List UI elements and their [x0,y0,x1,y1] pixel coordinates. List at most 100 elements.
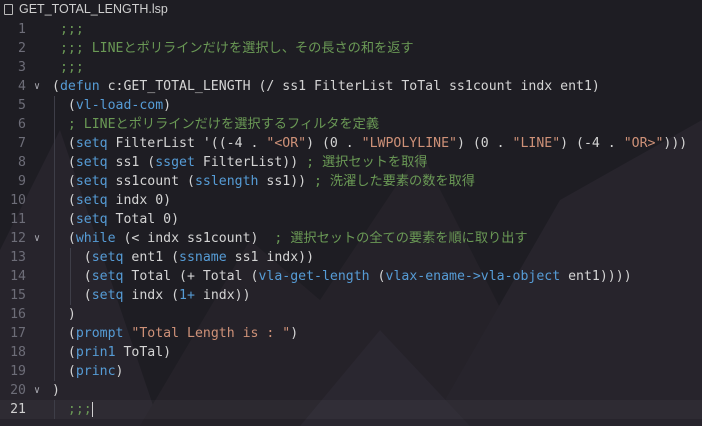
code-editor[interactable]: 1 ;;; 2 ;;; LINEとポリラインだけを選択し、その長さの和を返す 3 ;… [0,18,702,426]
code-token: indx 0) [107,193,172,208]
code-line[interactable]: 6 ; LINEとポリラインだけを選択するフィルタを定義 [0,115,702,134]
line-number: 11 [10,212,26,227]
code-line[interactable]: 16 ) [0,305,702,324]
indent-guide [54,400,55,419]
code-text: ) [52,305,76,324]
code-text: (defun c:GET_TOTAL_LENGTH (/ ss1 FilterL… [52,77,600,96]
code-text: (setq Total 0) [52,210,179,229]
code-token: ( [52,79,60,94]
code-line[interactable]: 20 ∨) [0,381,702,400]
line-number: 17 [10,326,26,341]
code-line[interactable]: 4 ∨ (defun c:GET_TOTAL_LENGTH (/ ss1 Filte… [0,77,702,96]
line-number: 8 [18,155,26,170]
code-line[interactable]: 18 (prin1 ToTal) [0,343,702,362]
code-token: while [75,231,116,246]
code-line[interactable]: 9 (setq ss1count (sslength ss1)) ; 洗濯した要… [0,172,702,191]
code-token: setq [75,155,108,170]
code-token: ToTal) [115,345,172,360]
line-number: 20 [10,383,26,398]
code-line[interactable]: 14 (setq Total (+ Total (vla-get-length … [0,267,702,286]
code-token: ; 選択セットの全ての要素を順に取り出す [274,231,528,246]
code-text: ; LINEとポリラインだけを選択するフィルタを定義 [52,115,379,134]
text-cursor [91,401,93,417]
code-token: ssname [179,250,227,265]
code-token: setq [75,174,108,189]
code-token: ( [52,288,92,303]
code-token: ( [52,269,92,284]
code-token: 1+ [179,288,195,303]
line-number: 18 [10,345,26,360]
code-token: vla-get-length [258,269,370,284]
code-token: ( [52,136,76,151]
line-number: 5 [18,98,26,113]
code-token: defun [59,79,100,94]
code-text: (setq Total (+ Total (vla-get-length (vl… [52,267,632,286]
code-token: (< indx ss1count) [115,231,275,246]
code-token: prompt [75,326,124,341]
code-line[interactable]: 15 (setq indx (1+ indx)) [0,286,702,305]
code-text: (setq indx (1+ indx)) [52,286,251,305]
tab-label: GET_TOTAL_LENGTH.lsp [19,2,168,16]
code-token: ) [115,364,124,379]
code-token: "LINE" [512,136,561,151]
code-token: setq [91,250,124,265]
line-number: 3 [18,60,26,75]
code-token: sslength [194,174,259,189]
code-line[interactable]: 3 ;;; [0,58,702,77]
code-line[interactable]: 1 ;;; [0,20,702,39]
code-token: ;;; [52,22,84,37]
indent-guide [54,96,55,381]
code-token: "Total Length is : " [131,326,291,341]
code-line[interactable]: 12 ∨ (while (< indx ss1count) ; 選択セットの全ての… [0,229,702,248]
code-token: ( [52,345,76,360]
line-number: 9 [18,174,26,189]
code-line[interactable]: 17 (prompt "Total Length is : ") [0,324,702,343]
line-number: 12 [10,231,26,246]
code-token: ( [52,155,76,170]
code-token: ) [163,98,172,113]
line-number: 13 [10,250,26,265]
code-line[interactable]: 10 (setq indx 0) [0,191,702,210]
code-text: (prin1 ToTal) [52,343,171,362]
line-number: 14 [10,269,26,284]
code-token: ;;; [52,60,84,75]
code-line[interactable]: 7 (setq FilterList '((-4 . "<OR") (0 . "… [0,134,702,153]
line-number: 4 [18,79,26,94]
code-line[interactable]: 5 (vl-load-com) [0,96,702,115]
line-number: 15 [10,288,26,303]
code-token: ( [52,364,76,379]
code-token: ( [369,269,386,284]
code-token: "OR>" [623,136,664,151]
fold-chevron-icon[interactable]: ∨ [34,77,44,96]
code-token: "<OR" [266,136,307,151]
code-token: ssget [155,155,195,170]
code-line[interactable]: 21 ;;; [0,400,702,419]
tab-get-total-length[interactable]: GET_TOTAL_LENGTH.lsp [0,0,168,18]
code-text: (setq FilterList '((-4 . "<OR") (0 . "LW… [52,134,687,153]
code-token: ss1 ( [107,155,156,170]
code-token: ) [290,326,299,341]
fold-chevron-icon[interactable]: ∨ [34,381,44,400]
code-token: ss1 indx)) [226,250,315,265]
code-line[interactable]: 2 ;;; LINEとポリラインだけを選択し、その長さの和を返す [0,39,702,58]
code-token: ( [52,250,92,265]
code-token: ;;; [52,402,92,417]
code-token: ; LINEとポリラインだけを選択するフィルタを定義 [52,117,380,132]
code-token: ) (-4 . [560,136,624,151]
line-number: 7 [18,136,26,151]
code-token: ent1 ( [123,250,180,265]
tab-bar: GET_TOTAL_LENGTH.lsp [0,0,702,18]
code-line[interactable]: 13 (setq ent1 (ssname ss1 indx)) [0,248,702,267]
code-token: ; 選択セットを取得 [306,155,428,170]
code-token: ) (0 . [456,136,513,151]
line-number: 1 [18,22,26,37]
code-token: setq [91,288,124,303]
code-token: ( [52,98,76,113]
code-token: ; 洗濯した要素の数を取得 [314,174,475,189]
code-token: ) (0 . [306,136,362,151]
code-line[interactable]: 11 (setq Total 0) [0,210,702,229]
indent-guide [70,248,71,305]
code-line[interactable]: 19 (princ) [0,362,702,381]
fold-chevron-icon[interactable]: ∨ [34,229,44,248]
code-line[interactable]: 8 (setq ss1 (ssget FilterList)) ; 選択セットを… [0,153,702,172]
